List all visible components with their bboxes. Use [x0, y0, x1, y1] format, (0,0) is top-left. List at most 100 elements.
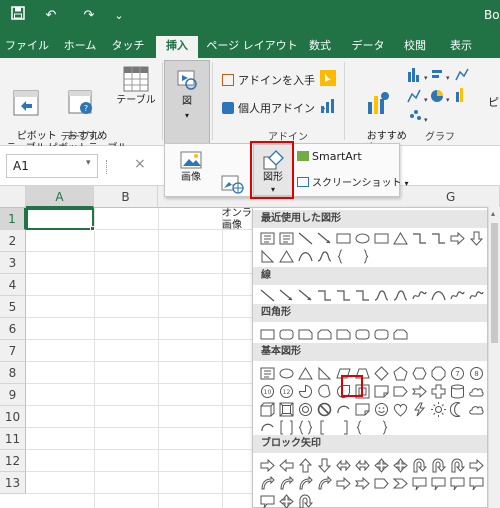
save-icon[interactable] — [8, 6, 28, 26]
tab-review[interactable]: 校閲 — [398, 36, 432, 58]
curvArr-shape-icon[interactable] — [316, 475, 333, 492]
free-shape-icon[interactable] — [468, 287, 485, 304]
select-all-corner[interactable] — [0, 186, 26, 208]
rect-shape-icon[interactable] — [373, 230, 390, 247]
snip2-shape-icon[interactable] — [316, 326, 333, 343]
callout-shape-icon[interactable] — [411, 475, 428, 492]
bracketR-shape-icon[interactable] — [335, 419, 352, 436]
donut-shape-icon[interactable] — [297, 401, 314, 418]
text-shape-icon[interactable] — [259, 230, 276, 247]
online-picture-button[interactable]: オンライン 画像 — [209, 150, 272, 244]
row-header[interactable]: 8 — [0, 362, 26, 384]
moon-shape-icon[interactable] — [449, 401, 466, 418]
curvArr-shape-icon[interactable] — [297, 475, 314, 492]
num12-shape-icon[interactable]: 12 — [278, 383, 295, 400]
cube-shape-icon[interactable] — [259, 401, 276, 418]
row-header[interactable]: 7 — [0, 340, 26, 362]
row-header[interactable]: 12 — [0, 450, 26, 472]
uturn-shape-icon[interactable] — [449, 457, 466, 474]
scurve-shape-icon[interactable] — [373, 287, 390, 304]
fill-handle[interactable] — [90, 226, 95, 231]
arrLR-shape-icon[interactable] — [354, 457, 371, 474]
cross4-shape-icon[interactable] — [373, 457, 390, 474]
ellipse-shape-icon[interactable] — [354, 230, 371, 247]
brace-shape-icon[interactable] — [354, 419, 371, 436]
scurve-shape-icon[interactable] — [316, 248, 333, 265]
selected-cell-a1[interactable] — [26, 208, 94, 230]
pentarr-shape-icon[interactable] — [373, 475, 390, 492]
plus-shape-icon[interactable] — [430, 383, 447, 400]
tri-shape-icon[interactable] — [297, 365, 314, 382]
tab-formulas[interactable]: 数式 — [304, 36, 336, 58]
callout-shape-icon[interactable] — [449, 475, 466, 492]
elbow-shape-icon[interactable] — [430, 230, 447, 247]
cyl-shape-icon[interactable] — [449, 383, 466, 400]
screenshot-button[interactable]: スクリーンショット ▾ — [297, 174, 409, 189]
sun-shape-icon[interactable] — [430, 401, 447, 418]
cloud-shape-icon[interactable] — [468, 383, 485, 400]
tri-shape-icon[interactable] — [278, 248, 295, 265]
arrL-shape-icon[interactable] — [278, 457, 295, 474]
row-header[interactable]: 1 — [0, 208, 26, 230]
curve-shape-icon[interactable] — [297, 248, 314, 265]
snip2-shape-icon[interactable] — [392, 326, 409, 343]
elbow-shape-icon[interactable] — [354, 287, 371, 304]
tri-shape-icon[interactable] — [392, 230, 409, 247]
name-box-dropdown-icon[interactable]: ▾ — [86, 158, 91, 168]
bing-icon[interactable] — [320, 70, 336, 86]
pie-shape-icon[interactable] — [297, 383, 314, 400]
free-shape-icon[interactable] — [449, 287, 466, 304]
smartart-button[interactable]: SmartArt — [297, 150, 362, 163]
scroll-up-icon[interactable]: ▴ — [491, 209, 495, 218]
pentarr-shape-icon[interactable] — [392, 383, 409, 400]
arrR-shape-icon[interactable] — [449, 230, 466, 247]
ellipse-shape-icon[interactable] — [278, 365, 295, 382]
tab-data[interactable]: データ — [348, 36, 388, 58]
people-graph-icon[interactable] — [320, 98, 336, 114]
line-shape-icon[interactable] — [259, 287, 276, 304]
uturn-shape-icon[interactable] — [411, 457, 428, 474]
row-header[interactable]: 10 — [0, 406, 26, 428]
snip-shape-icon[interactable] — [297, 326, 314, 343]
row-header[interactable]: 4 — [0, 274, 26, 296]
arc-shape-icon[interactable] — [335, 401, 352, 418]
row-header[interactable]: 11 — [0, 428, 26, 450]
fold-shape-icon[interactable] — [354, 401, 371, 418]
row-header[interactable]: 6 — [0, 318, 26, 340]
tab-insert[interactable]: 挿入 — [156, 36, 198, 58]
round-shape-icon[interactable] — [354, 326, 371, 343]
rect-shape-icon[interactable] — [259, 326, 276, 343]
arrD-shape-icon[interactable] — [468, 230, 485, 247]
uturn-shape-icon[interactable] — [430, 457, 447, 474]
braceR-shape-icon[interactable] — [373, 419, 390, 436]
column-header-b[interactable]: B — [94, 186, 158, 208]
arrow-shape-icon[interactable] — [278, 287, 295, 304]
row-header[interactable]: 9 — [0, 384, 26, 406]
name-box[interactable]: A1 — [6, 154, 98, 178]
row-header[interactable]: 2 — [0, 230, 26, 252]
arrR-shape-icon[interactable] — [335, 475, 352, 492]
pivot-chart-partial[interactable]: ピ — [488, 94, 499, 110]
arrR-shape-icon[interactable] — [259, 457, 276, 474]
oct-shape-icon[interactable] — [430, 365, 447, 382]
chev-shape-icon[interactable] — [392, 475, 409, 492]
tab-file[interactable]: ファイル — [2, 36, 52, 58]
num10-shape-icon[interactable]: 10 — [259, 383, 276, 400]
tab-touch[interactable]: タッチ — [108, 36, 148, 58]
bolt-shape-icon[interactable] — [411, 401, 428, 418]
row-header[interactable]: 13 — [0, 472, 26, 494]
customize-toolbar-icon[interactable]: ⌄ — [112, 6, 126, 26]
nosym-shape-icon[interactable] — [316, 401, 333, 418]
rect-shape-icon[interactable] — [335, 230, 352, 247]
pent-shape-icon[interactable] — [392, 365, 409, 382]
elbow-shape-icon[interactable] — [411, 230, 428, 247]
chord-shape-icon[interactable] — [316, 383, 333, 400]
get-addins-button[interactable]: アドインを入手 — [222, 72, 315, 88]
tab-view[interactable]: 表示 — [444, 36, 478, 58]
smile-shape-icon[interactable] — [373, 401, 390, 418]
text-shape-icon[interactable] — [278, 230, 295, 247]
dblbrace-shape-icon[interactable] — [297, 419, 314, 436]
heart-shape-icon[interactable] — [392, 401, 409, 418]
bracket-shape-icon[interactable] — [316, 419, 333, 436]
gallery-scrollbar[interactable]: ▴ — [488, 207, 500, 508]
